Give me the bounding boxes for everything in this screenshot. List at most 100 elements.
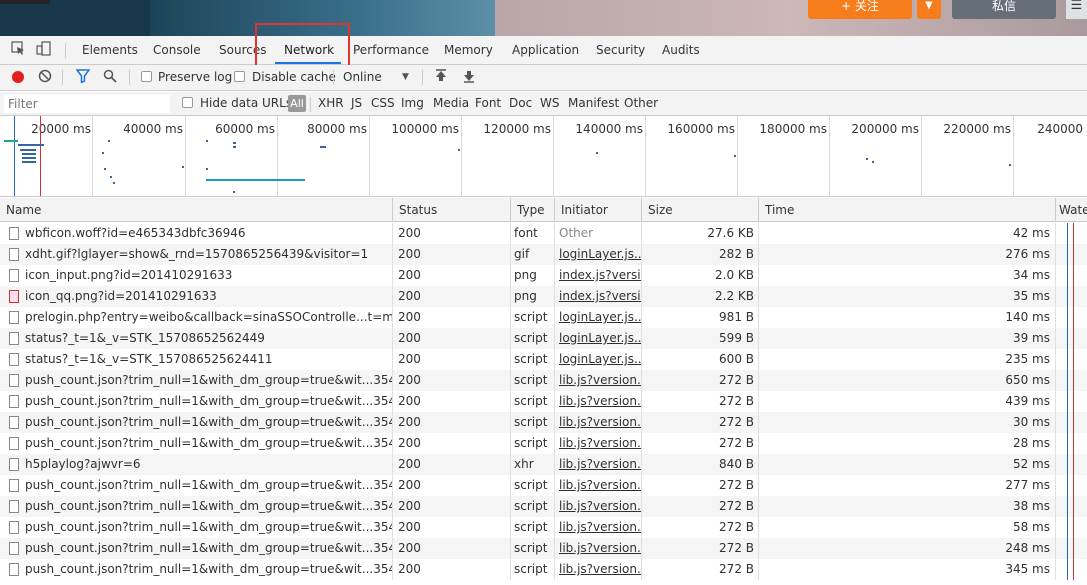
request-initiator[interactable]: lib.js?version... (554, 454, 641, 475)
request-name[interactable]: push_count.json?trim_null=1&with_dm_grou… (0, 475, 392, 496)
table-row[interactable]: push_count.json?trim_null=1&with_dm_grou… (0, 370, 1087, 391)
table-row[interactable]: status?_t=1&_v=STK_157086525624411 200 scr… (0, 349, 1087, 370)
overview-timeline[interactable]: 20000 ms 40000 ms 60000 ms 80000 ms 1000… (0, 116, 1087, 197)
request-name[interactable]: status?_t=1&_v=STK_157086525624411 (0, 349, 392, 370)
column-header-status[interactable]: Status (392, 198, 510, 222)
request-initiator[interactable]: lib.js?version... (554, 370, 641, 391)
filter-icon[interactable] (75, 69, 91, 87)
request-name[interactable]: push_count.json?trim_null=1&with_dm_grou… (0, 559, 392, 580)
request-initiator[interactable]: lib.js?version... (554, 538, 641, 559)
filter-type-xhr[interactable]: XHR (318, 96, 344, 110)
request-name[interactable]: xdht.gif?lglayer=show&_rnd=1570865256439… (0, 244, 392, 265)
request-initiator[interactable]: index.js?versi... (554, 286, 641, 307)
filter-type-other[interactable]: Other (624, 96, 658, 110)
request-name[interactable]: push_count.json?trim_null=1&with_dm_grou… (0, 538, 392, 559)
request-initiator[interactable]: lib.js?version... (554, 517, 641, 538)
request-initiator[interactable]: index.js?versi... (554, 265, 641, 286)
request-initiator[interactable]: lib.js?version... (554, 412, 641, 433)
table-row[interactable]: status?_t=1&_v=STK_15708652562449 200 scri… (0, 328, 1087, 349)
column-header-name[interactable]: Name (0, 198, 392, 222)
chevron-down-icon[interactable]: ▼ (917, 0, 941, 19)
tab-console[interactable]: Console (153, 36, 201, 64)
table-row[interactable]: wbficon.woff?id=e465343dbfc36946 200 font O… (0, 223, 1087, 244)
filter-type-doc[interactable]: Doc (509, 96, 532, 110)
filter-type-img[interactable]: Img (401, 96, 424, 110)
filter-type-js[interactable]: JS (351, 96, 362, 110)
tab-memory[interactable]: Memory (444, 36, 493, 64)
tab-performance[interactable]: Performance (353, 36, 429, 64)
column-header-waterfall[interactable]: Waterfall (1055, 198, 1087, 222)
request-name[interactable]: icon_input.png?id=201410291633 (0, 265, 392, 286)
search-icon[interactable] (103, 69, 117, 87)
timeline-tick-label: 100000 ms (391, 122, 459, 136)
device-toggle-icon[interactable] (36, 41, 52, 60)
banner-strip (0, 0, 50, 4)
request-name[interactable]: h5playlog?ajwvr=6 (0, 454, 392, 475)
request-type: script (510, 307, 554, 328)
request-name[interactable]: status?_t=1&_v=STK_15708652562449 (0, 328, 392, 349)
filter-type-all[interactable]: All (288, 95, 306, 112)
table-row[interactable]: push_count.json?trim_null=1&with_dm_grou… (0, 475, 1087, 496)
request-name[interactable]: push_count.json?trim_null=1&with_dm_grou… (0, 496, 392, 517)
clear-icon[interactable] (38, 69, 52, 87)
filter-type-css[interactable]: CSS (371, 96, 395, 110)
preserve-log-checkbox[interactable] (141, 71, 152, 82)
table-row[interactable]: h5playlog?ajwvr=6 200 xhr lib.js?version...… (0, 454, 1087, 475)
request-name[interactable]: push_count.json?trim_null=1&with_dm_grou… (0, 412, 392, 433)
request-initiator[interactable]: loginLayer.js... (554, 244, 641, 265)
table-row[interactable]: xdht.gif?lglayer=show&_rnd=1570865256439… (0, 244, 1087, 265)
column-header-initiator[interactable]: Initiator (554, 198, 641, 222)
tab-security[interactable]: Security (596, 36, 645, 64)
request-name[interactable]: push_count.json?trim_null=1&with_dm_grou… (0, 517, 392, 538)
request-initiator[interactable]: lib.js?version... (554, 433, 641, 454)
tab-application[interactable]: Application (512, 36, 579, 64)
filter-input[interactable] (4, 95, 170, 113)
import-har-icon[interactable] (434, 69, 448, 87)
throttle-select[interactable]: Online (343, 70, 382, 84)
request-initiator[interactable]: loginLayer.js... (554, 349, 641, 370)
request-name[interactable]: prelogin.php?entry=weibo&callback=sinaSS… (0, 307, 392, 328)
tab-audits[interactable]: Audits (662, 36, 700, 64)
filter-type-media[interactable]: Media (433, 96, 469, 110)
request-name[interactable]: push_count.json?trim_null=1&with_dm_grou… (0, 433, 392, 454)
filter-type-ws[interactable]: WS (540, 96, 559, 110)
table-row[interactable]: push_count.json?trim_null=1&with_dm_grou… (0, 433, 1087, 454)
table-row[interactable]: icon_qq.png?id=201410291633 200 png index.j… (0, 286, 1087, 307)
request-initiator[interactable]: lib.js?version... (554, 496, 641, 517)
table-row[interactable]: push_count.json?trim_null=1&with_dm_grou… (0, 412, 1087, 433)
request-waterfall (1055, 391, 1087, 412)
request-initiator[interactable]: lib.js?version... (554, 391, 641, 412)
filter-type-manifest[interactable]: Manifest (568, 96, 619, 110)
filter-type-font[interactable]: Font (475, 96, 501, 110)
table-row[interactable]: push_count.json?trim_null=1&with_dm_grou… (0, 496, 1087, 517)
filter-bar: Hide data URLs All XHR JS CSS Img Media … (0, 92, 1087, 116)
inspect-icon[interactable] (11, 41, 26, 60)
follow-button[interactable]: + 关注 (808, 0, 912, 19)
request-initiator[interactable]: loginLayer.js... (554, 328, 641, 349)
request-initiator[interactable]: lib.js?version... (554, 475, 641, 496)
request-name[interactable]: wbficon.woff?id=e465343dbfc36946 (0, 223, 392, 244)
column-header-size[interactable]: Size (641, 198, 758, 222)
table-row[interactable]: push_count.json?trim_null=1&with_dm_grou… (0, 538, 1087, 559)
chevron-down-icon[interactable]: ▼ (402, 72, 409, 82)
request-initiator[interactable]: lib.js?version... (554, 559, 641, 580)
table-row[interactable]: prelogin.php?entry=weibo&callback=sinaSS… (0, 307, 1087, 328)
record-button[interactable] (12, 71, 24, 83)
table-row[interactable]: icon_input.png?id=201410291633 200 png inde… (0, 265, 1087, 286)
table-row[interactable]: push_count.json?trim_null=1&with_dm_grou… (0, 517, 1087, 538)
menu-icon[interactable]: ☰ (1066, 0, 1087, 19)
request-waterfall (1055, 454, 1087, 475)
table-row[interactable]: push_count.json?trim_null=1&with_dm_grou… (0, 559, 1087, 580)
request-name[interactable]: push_count.json?trim_null=1&with_dm_grou… (0, 370, 392, 391)
table-row[interactable]: push_count.json?trim_null=1&with_dm_grou… (0, 391, 1087, 412)
request-name[interactable]: icon_qq.png?id=201410291633 (0, 286, 392, 307)
request-initiator[interactable]: loginLayer.js... (554, 307, 641, 328)
column-header-type[interactable]: Type (510, 198, 554, 222)
column-header-time[interactable]: Time (758, 198, 1055, 222)
message-button[interactable]: 私信 (952, 0, 1056, 19)
hide-data-urls-checkbox[interactable] (182, 97, 193, 108)
export-har-icon[interactable] (462, 69, 476, 87)
disable-cache-checkbox[interactable] (234, 71, 245, 82)
tab-elements[interactable]: Elements (82, 36, 138, 64)
request-name[interactable]: push_count.json?trim_null=1&with_dm_grou… (0, 391, 392, 412)
